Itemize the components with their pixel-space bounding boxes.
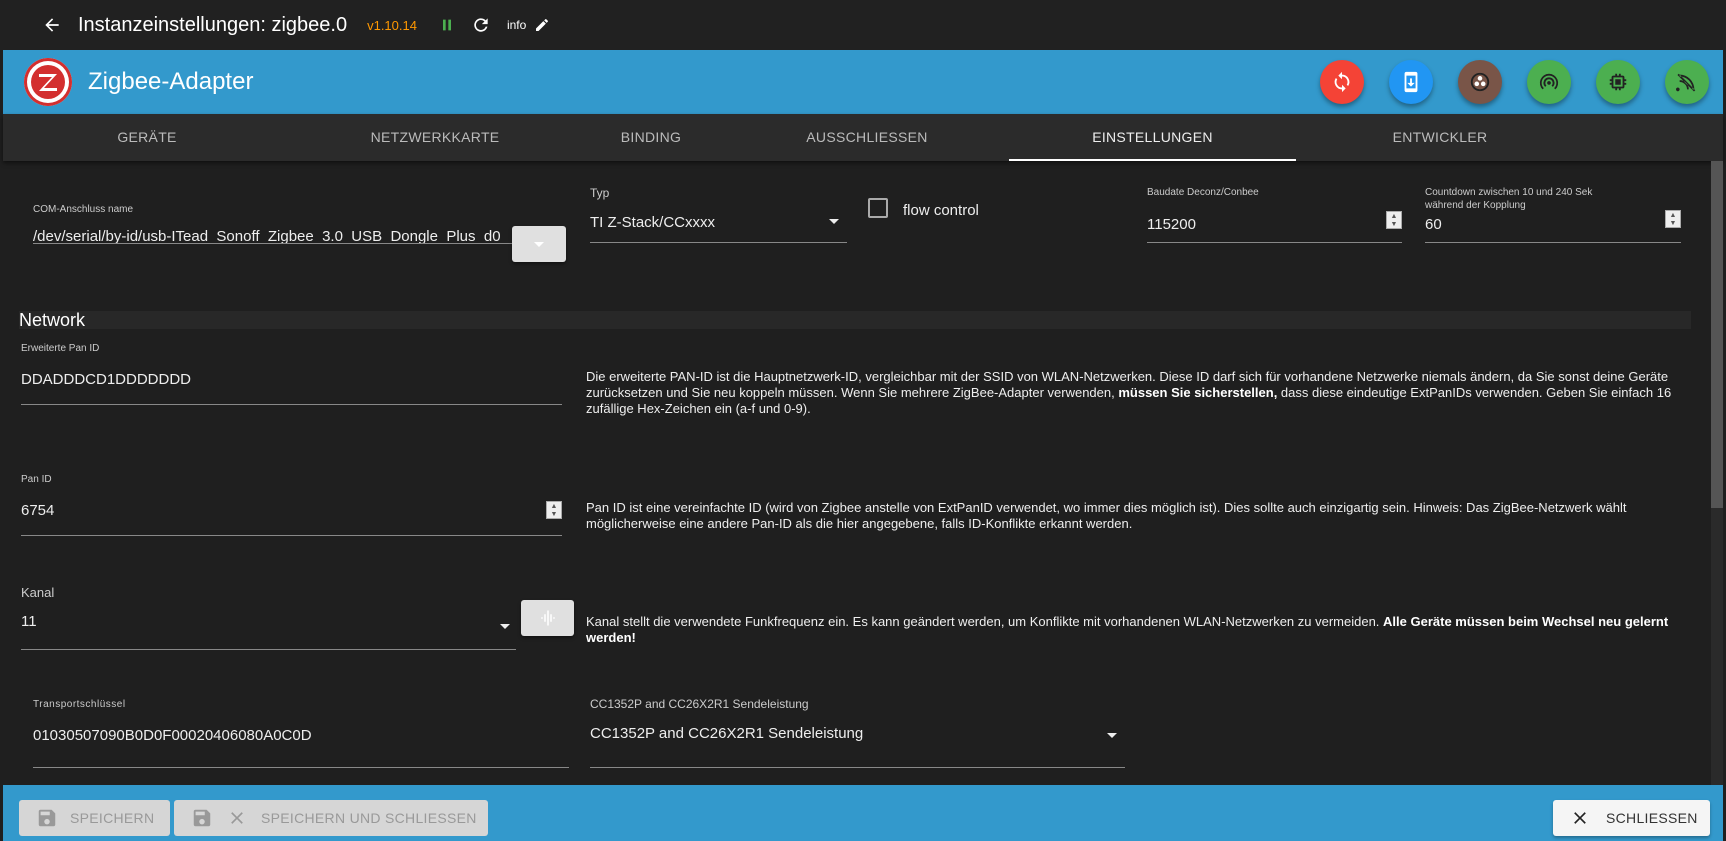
countdown-label: Countdown zwischen 10 und 240 Sek xyxy=(1425,187,1593,198)
tab-einstellungen[interactable]: EINSTELLUNGEN xyxy=(1009,114,1296,161)
scrollbar-thumb[interactable] xyxy=(1711,161,1723,508)
countdown-field[interactable]: Countdown zwischen 10 und 240 Sek währen… xyxy=(1425,186,1681,243)
typ-value: TI Z-Stack/CCxxxx xyxy=(590,214,716,231)
sync-icon[interactable] xyxy=(1320,60,1364,104)
transport-key-field[interactable]: Transportschlüssel 01030507090B0D0F00020… xyxy=(33,698,569,768)
typ-label: Typ xyxy=(590,186,610,200)
pan-id-stepper[interactable]: ▲ ▼ xyxy=(546,501,562,519)
channel-scan-button[interactable] xyxy=(521,600,574,636)
page-title: Instanzeinstellungen: zigbee.0 xyxy=(78,13,348,36)
transport-key-input[interactable]: 01030507090B0D0F00020406080A0C0D xyxy=(33,727,569,744)
channel-select[interactable]: Kanal 11 xyxy=(21,585,516,650)
ext-pan-id-desc-bold: müssen Sie sicherstellen, xyxy=(1118,385,1278,400)
tx-power-underline xyxy=(590,767,1125,768)
com-port-underline xyxy=(33,243,513,244)
com-port-label: COM-Anschluss name xyxy=(33,204,134,215)
tab-binding[interactable]: BINDING xyxy=(579,114,723,161)
info-label: info xyxy=(506,18,527,32)
channel-value: 11 xyxy=(21,613,37,630)
chevron-down-icon xyxy=(534,241,544,247)
signal-off-icon[interactable] xyxy=(1665,60,1709,104)
flow-control-label: flow control xyxy=(903,202,979,219)
waveform-icon xyxy=(540,610,555,626)
com-port-dropdown-button[interactable] xyxy=(512,226,566,262)
biohazard-icon[interactable] xyxy=(1458,60,1502,104)
chevron-down-icon xyxy=(829,219,839,224)
baudrate-stepper[interactable]: ▲ ▼ xyxy=(1386,211,1402,229)
mobile-download-icon[interactable] xyxy=(1389,60,1433,104)
adapter-header: Zigbee-Adapter xyxy=(3,50,1723,114)
baudrate-underline xyxy=(1147,242,1402,243)
refresh-icon[interactable] xyxy=(469,13,493,37)
pan-id-description: Pan ID ist eine vereinfachte ID (wird vo… xyxy=(586,500,1627,531)
typ-underline xyxy=(590,242,847,243)
transport-key-label: Transportschlüssel xyxy=(33,699,126,710)
ext-pan-id-field[interactable]: Erweiterte Pan ID DDADDDCD1DDDDDDD xyxy=(21,342,562,405)
tab-ausschliessen[interactable]: AUSSCHLIESSEN xyxy=(723,114,1011,161)
transport-key-underline xyxy=(33,767,569,768)
chevron-down-icon xyxy=(1107,733,1117,738)
tab-bar: GERÄTE NETZWERKKARTE BINDING AUSSCHLIESS… xyxy=(3,114,1723,161)
zigbee-logo xyxy=(24,58,72,106)
ext-pan-id-description: Die erweiterte PAN-ID ist die Hauptnetzw… xyxy=(586,369,1696,417)
baudrate-label: Baudate Deconz/Conbee xyxy=(1147,187,1259,198)
channel-desc-part1: Kanal stellt die verwendete Funkfrequenz… xyxy=(586,614,1384,629)
close-button[interactable]: SCHLIESSEN xyxy=(1553,800,1710,836)
countdown-label-2: während der Kopplung xyxy=(1425,200,1526,211)
channel-underline xyxy=(21,649,516,650)
save-and-close-label: SPEICHERN UND SCHLIESSEN xyxy=(261,810,477,826)
pan-id-input[interactable]: 6754 xyxy=(21,502,562,519)
wifi-tethering-icon[interactable] xyxy=(1527,60,1571,104)
tab-entwickler[interactable]: ENTWICKLER xyxy=(1296,114,1584,161)
ext-pan-id-underline xyxy=(21,404,562,405)
floppy-disk-icon xyxy=(193,809,211,827)
save-button[interactable]: SPEICHERN xyxy=(19,800,170,836)
close-button-label: SCHLIESSEN xyxy=(1606,810,1698,826)
top-bar: Instanzeinstellungen: zigbee.0 v1.10.14 … xyxy=(0,0,1726,50)
close-icon xyxy=(231,812,243,824)
floppy-disk-icon xyxy=(38,809,56,827)
pan-id-field[interactable]: Pan ID 6754 ▲ ▼ xyxy=(21,473,562,536)
countdown-underline xyxy=(1425,242,1681,243)
tx-power-select[interactable]: CC1352P and CC26X2R1 Sendeleistung CC135… xyxy=(590,698,1125,768)
version-label: v1.10.14 xyxy=(367,17,417,33)
channel-description: Kanal stellt die verwendete Funkfrequenz… xyxy=(586,614,1696,646)
com-port-field[interactable]: COM-Anschluss name /dev/serial/by-id/usb… xyxy=(33,203,569,245)
ext-pan-id-label: Erweiterte Pan ID xyxy=(21,343,100,354)
pause-icon[interactable] xyxy=(435,13,459,37)
tab-netzwerkkarte[interactable]: NETZWERKKARTE xyxy=(291,114,579,161)
baudrate-field[interactable]: Baudate Deconz/Conbee 115200 ▲ ▼ xyxy=(1147,186,1402,243)
flow-control-checkbox[interactable] xyxy=(868,198,888,218)
channel-label: Kanal xyxy=(21,585,55,600)
tx-power-value: CC1352P and CC26X2R1 Sendeleistung xyxy=(590,725,864,742)
close-icon xyxy=(1574,812,1586,824)
countdown-input[interactable]: 60 xyxy=(1425,216,1681,233)
chevron-down-icon xyxy=(500,624,510,629)
tab-geraete[interactable]: GERÄTE xyxy=(3,114,291,161)
typ-select[interactable]: Typ TI Z-Stack/CCxxxx xyxy=(590,187,847,243)
save-and-close-button[interactable]: SPEICHERN UND SCHLIESSEN xyxy=(174,800,488,836)
action-icon-group xyxy=(1320,60,1723,104)
bottom-action-bar: SPEICHERN SPEICHERN UND SCHLIESSEN SCHLI… xyxy=(3,785,1723,841)
pan-id-underline xyxy=(21,535,562,536)
countdown-stepper[interactable]: ▲ ▼ xyxy=(1665,210,1681,228)
ext-pan-id-input[interactable]: DDADDDCD1DDDDDDD xyxy=(21,371,562,388)
back-arrow-icon[interactable] xyxy=(36,9,68,41)
pan-id-label: Pan ID xyxy=(21,474,52,485)
memory-chip-icon[interactable] xyxy=(1596,60,1640,104)
edit-pencil-icon[interactable] xyxy=(532,15,552,35)
baudrate-input[interactable]: 115200 xyxy=(1147,216,1402,233)
settings-panel: COM-Anschluss name /dev/serial/by-id/usb… xyxy=(3,161,1711,785)
network-heading: Network xyxy=(19,310,86,330)
scrollbar[interactable] xyxy=(1711,161,1723,785)
tx-power-label: CC1352P and CC26X2R1 Sendeleistung xyxy=(590,697,809,711)
adapter-title: Zigbee-Adapter xyxy=(88,68,254,95)
network-section-header: Network xyxy=(19,311,1691,329)
save-button-label: SPEICHERN xyxy=(70,810,155,826)
